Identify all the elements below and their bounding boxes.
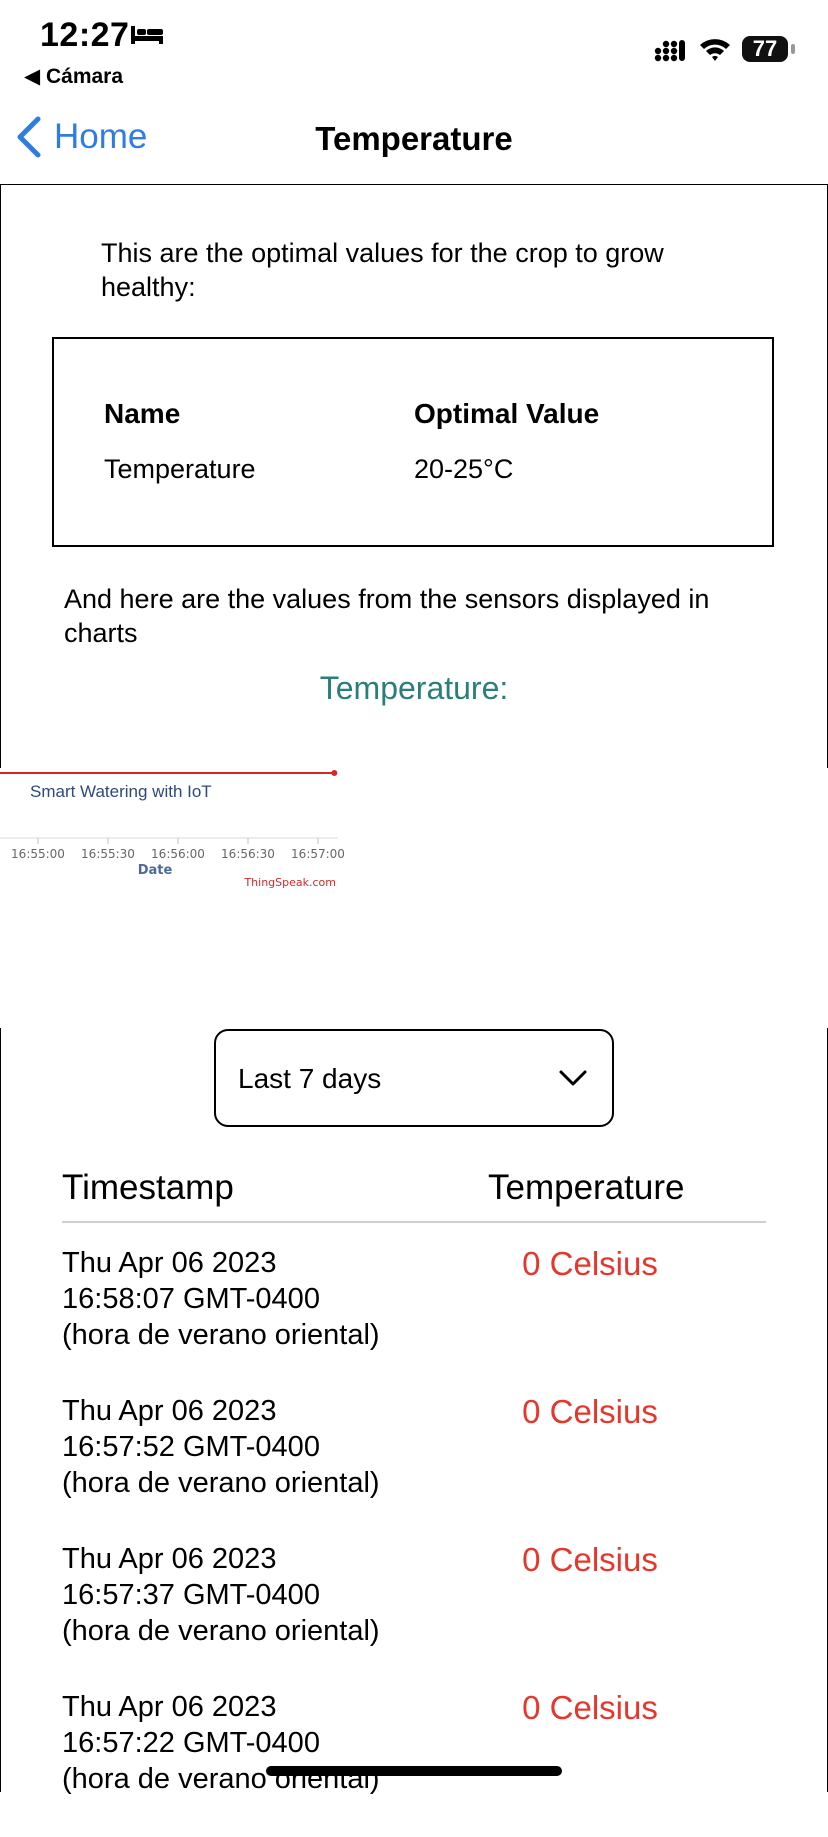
chart-credit: ThingSpeak.com (243, 876, 336, 889)
row-timestamp: Thu Apr 06 2023 16:57:37 GMT-0400 (hora … (62, 1543, 380, 1647)
battery-indicator: 77 (742, 36, 788, 62)
status-bar: 12:27 ◀ Cámara 77 (0, 0, 828, 92)
table-row: Thu Apr 06 2023 16:57:52 GMT-0400 (hora … (0, 1393, 828, 1541)
optimal-row-name: Temperature (104, 454, 256, 484)
chart-x-tick-label: 16:56:30 (221, 847, 275, 861)
row-temperature-value: 0 Celsius (522, 1393, 658, 1430)
sensor-intro-text: And here are the values from the sensors… (64, 584, 710, 648)
table-row: Thu Apr 06 2023 16:57:37 GMT-0400 (hora … (0, 1541, 828, 1689)
wifi-icon (700, 39, 730, 61)
row-temperature-value: 0 Celsius (522, 1541, 658, 1578)
optimal-table-header-name: Name (104, 398, 181, 429)
readings-header-divider (62, 1221, 766, 1223)
chart-canvas: 16:55:00 16:55:30 16:56:00 16:56:30 16:57:00… (0, 770, 345, 889)
bed-icon (131, 26, 163, 44)
temperature-chart[interactable]: Smart Watering with IoT 16:55:00 16:55:30… (0, 768, 828, 1028)
optimal-row-value: 20-25°C (414, 454, 514, 484)
intro-text: This are the optimal values for the crop… (101, 238, 664, 302)
row-timestamp: Thu Apr 06 2023 16:58:07 GMT-0400 (hora … (62, 1247, 380, 1351)
readings-header-temperature: Temperature (488, 1168, 685, 1207)
optimal-values-box (52, 337, 774, 547)
table-row: Thu Apr 06 2023 16:58:07 GMT-0400 (hora … (0, 1245, 828, 1393)
row-timestamp: Thu Apr 06 2023 16:57:22 GMT-0400 (hora … (62, 1691, 380, 1795)
chart-x-tick-label: 16:57:00 (291, 847, 345, 861)
optimal-table-header-value: Optimal Value (414, 398, 600, 429)
battery-tip (791, 44, 795, 54)
time-range-selected: Last 7 days (238, 1063, 382, 1094)
chevron-down-icon (559, 1070, 587, 1086)
row-temperature-value: 0 Celsius (522, 1689, 658, 1726)
chart-x-tick-label: 16:55:00 (11, 847, 65, 861)
chart-data-point[interactable] (331, 770, 338, 776)
back-to-app-link[interactable]: ◀ Cámara (24, 64, 123, 89)
time-range-dropdown[interactable]: Last 7 days (214, 1029, 614, 1127)
row-timestamp: Thu Apr 06 2023 16:57:52 GMT-0400 (hora … (62, 1395, 380, 1499)
row-temperature-value: 0 Celsius (522, 1245, 658, 1282)
battery-level: 77 (752, 36, 778, 61)
temperature-section-title: Temperature: (319, 670, 509, 706)
navigation-bar: Home Temperature (0, 92, 828, 184)
page-title: Temperature (315, 120, 513, 157)
chart-x-tick-label: 16:56:00 (151, 847, 205, 861)
chart-x-tick-label: 16:55:30 (81, 847, 135, 861)
home-indicator (266, 1766, 562, 1776)
status-time: 12:27 (40, 16, 130, 54)
cellular-signal-icon (654, 40, 685, 62)
table-row: Thu Apr 06 2023 16:57:22 GMT-0400 (hora … (0, 1689, 828, 1837)
readings-header-timestamp: Timestamp (62, 1168, 234, 1207)
chart-x-axis-label: Date (138, 863, 173, 878)
